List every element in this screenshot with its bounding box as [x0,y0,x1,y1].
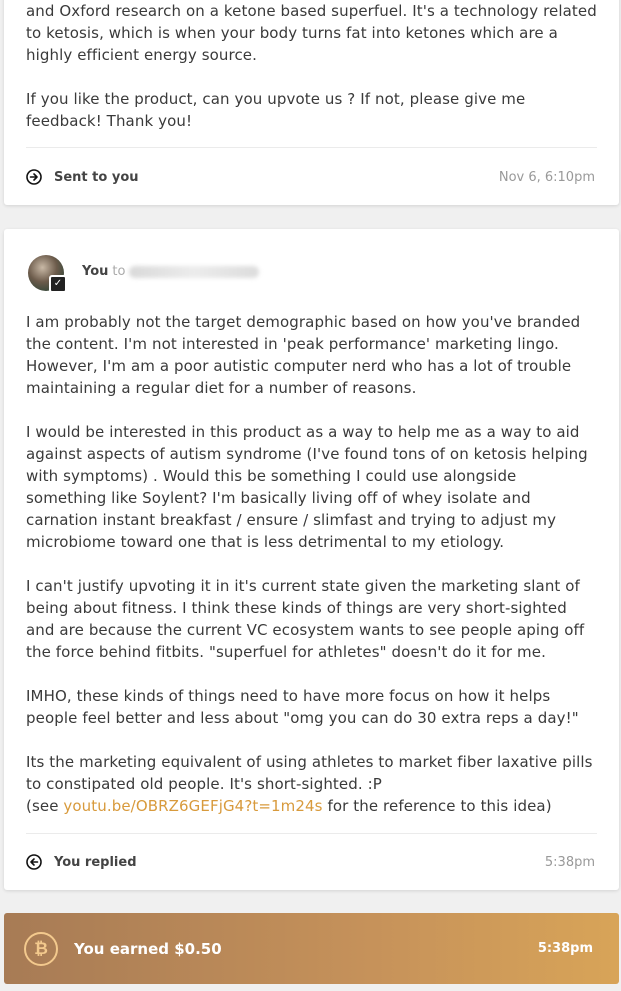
message-paragraph: Its the marketing equivalent of using at… [26,753,593,793]
arrow-left-circle-icon [26,854,42,870]
sender-name: You [82,264,109,279]
message-paragraph: I would be interested in this product as… [26,423,588,551]
timestamp: Nov 6, 6:10pm [498,169,595,185]
message-card-reply: ✓ You to I am probably not the target de… [4,229,619,890]
message-paragraph: If you like the product, can you upvote … [26,90,526,130]
message-paragraph: I am probably not the target demographic… [26,313,581,397]
bitcoin-icon: ₿ [24,931,58,966]
message-footer: You replied 5:38pm [26,852,595,872]
divider [26,833,597,834]
earned-banner: ₿ You earned $0.50 5:38pm [4,913,619,984]
status-label: Sent to you [54,169,139,185]
status-label: You replied [54,854,137,870]
message-paragraph: I can't justify upvoting it in it's curr… [26,577,585,661]
message-body: and Oxford research on a ketone based su… [26,0,599,132]
earned-timestamp: 5:38pm [537,941,593,956]
message-body: I am probably not the target demographic… [26,311,599,817]
message-paragraph: and Oxford research on a ketone based su… [26,2,597,64]
message-footer: Sent to you Nov 6, 6:10pm [26,167,595,187]
last-line-prefix: (see [26,797,64,815]
check-badge-icon: ✓ [49,275,67,293]
message-card-sent: and Oxford research on a ketone based su… [4,0,619,205]
recipient-name-blurred [129,265,260,278]
message-last-line: (see youtu.be/OBRZ6GEFjG4?t=1m24s for th… [26,795,599,817]
to-label: to [112,264,126,279]
last-line-suffix: for the reference to this idea) [322,797,552,815]
earned-label: You earned $0.50 [74,939,222,958]
youtube-link[interactable]: youtu.be/OBRZ6GEFjG4?t=1m24s [63,797,322,815]
arrow-right-circle-icon [26,169,42,185]
message-paragraph: IMHO, these kinds of things need to have… [26,687,579,727]
from-line: You to [82,264,260,279]
divider [26,147,597,148]
timestamp: 5:38pm [544,854,595,870]
